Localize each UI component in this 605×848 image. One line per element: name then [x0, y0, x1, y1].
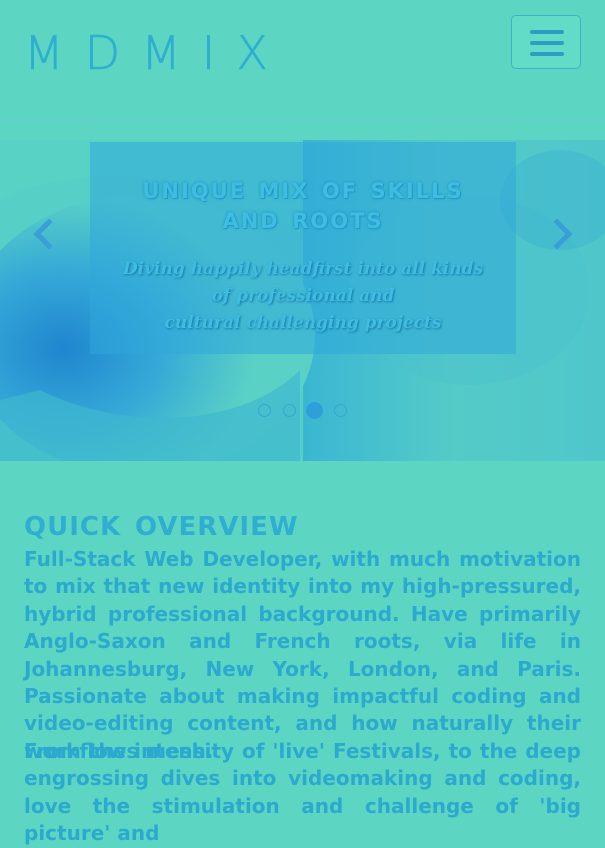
navbar: MDMIX	[0, 0, 605, 121]
hamburger-icon-bar	[530, 52, 564, 56]
overview-paragraph-2: From the intensity of 'live' Festivals, …	[24, 739, 581, 846]
overview-paragraph-1: Full-Stack Web Developer, with much moti…	[24, 547, 581, 763]
carousel-indicator-4[interactable]	[334, 404, 347, 417]
slide-caption: Diving happily headfirst into all kinds …	[105, 256, 501, 337]
overview-title: Quick overview	[24, 501, 299, 544]
chevron-right-icon	[553, 219, 573, 249]
hero-carousel[interactable]: Unique mix of skills and roots Diving ha…	[0, 140, 605, 461]
carousel-indicator-1[interactable]	[258, 404, 271, 417]
hamburger-icon-bar	[530, 30, 564, 34]
hamburger-icon-bar	[530, 41, 564, 45]
slide-caption-line: cultural challenging projects	[164, 313, 442, 333]
nav-toggle-button[interactable]	[511, 15, 581, 69]
chevron-left-icon	[33, 219, 53, 249]
carousel-indicator-2[interactable]	[283, 404, 296, 417]
carousel-prev-button[interactable]	[23, 214, 63, 254]
carousel-next-button[interactable]	[543, 214, 583, 254]
slide-title-line: and roots	[222, 201, 384, 236]
carousel-indicator-3[interactable]	[306, 402, 323, 419]
slide-caption-line: of professional and	[211, 286, 395, 306]
slide-caption-line: Diving happily headfirst into all kinds	[122, 259, 484, 279]
slide-title: Unique mix of skills and roots	[90, 174, 516, 234]
brand-logo[interactable]: MDMIX	[24, 30, 289, 77]
